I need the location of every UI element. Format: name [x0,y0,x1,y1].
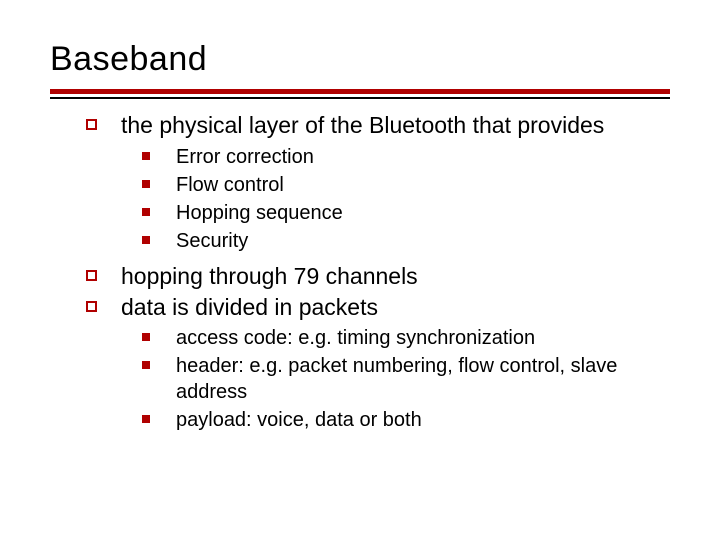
bullet-text: Flow control [176,172,660,198]
list-item: hopping through 79 channels [86,262,660,291]
bullet-text: hopping through 79 channels [121,262,660,291]
bullet-level2: access code: e.g. timing synchronization… [86,325,660,433]
bullet-text: access code: e.g. timing synchronization [176,325,660,351]
bullet-level1: data is divided in packets [86,293,660,322]
list-item: the physical layer of the Bluetooth that… [86,111,660,140]
square-fill-icon [142,361,150,369]
bullet-level1: hopping through 79 channels [86,262,660,291]
body-area: the physical layer of the Bluetooth that… [0,99,720,433]
square-fill-icon [142,333,150,341]
square-fill-icon [142,152,150,160]
slide-title: Baseband [50,40,670,79]
bullet-text: payload: voice, data or both [176,407,660,433]
bullet-text: Hopping sequence [176,200,660,226]
slide: Baseband the physical layer of the Bluet… [0,0,720,540]
list-item: Error correction [142,144,660,170]
bullet-text: the physical layer of the Bluetooth that… [121,111,660,140]
title-block: Baseband [0,0,720,99]
square-fill-icon [142,180,150,188]
list-item: header: e.g. packet numbering, flow cont… [142,353,660,405]
bullet-text: Security [176,228,660,254]
bullet-level1: the physical layer of the Bluetooth that… [86,111,660,140]
square-open-icon [86,301,97,312]
bullet-text: header: e.g. packet numbering, flow cont… [176,353,660,405]
bullet-level2: Error correction Flow control Hopping se… [86,144,660,254]
square-fill-icon [142,236,150,244]
list-item: access code: e.g. timing synchronization [142,325,660,351]
square-open-icon [86,119,97,130]
bullet-text: Error correction [176,144,660,170]
square-fill-icon [142,415,150,423]
square-open-icon [86,270,97,281]
list-item: payload: voice, data or both [142,407,660,433]
rule-red [50,89,670,94]
square-fill-icon [142,208,150,216]
list-item: Security [142,228,660,254]
list-item: Flow control [142,172,660,198]
title-rule [50,89,670,99]
list-item: data is divided in packets [86,293,660,322]
list-item: Hopping sequence [142,200,660,226]
bullet-text: data is divided in packets [121,293,660,322]
